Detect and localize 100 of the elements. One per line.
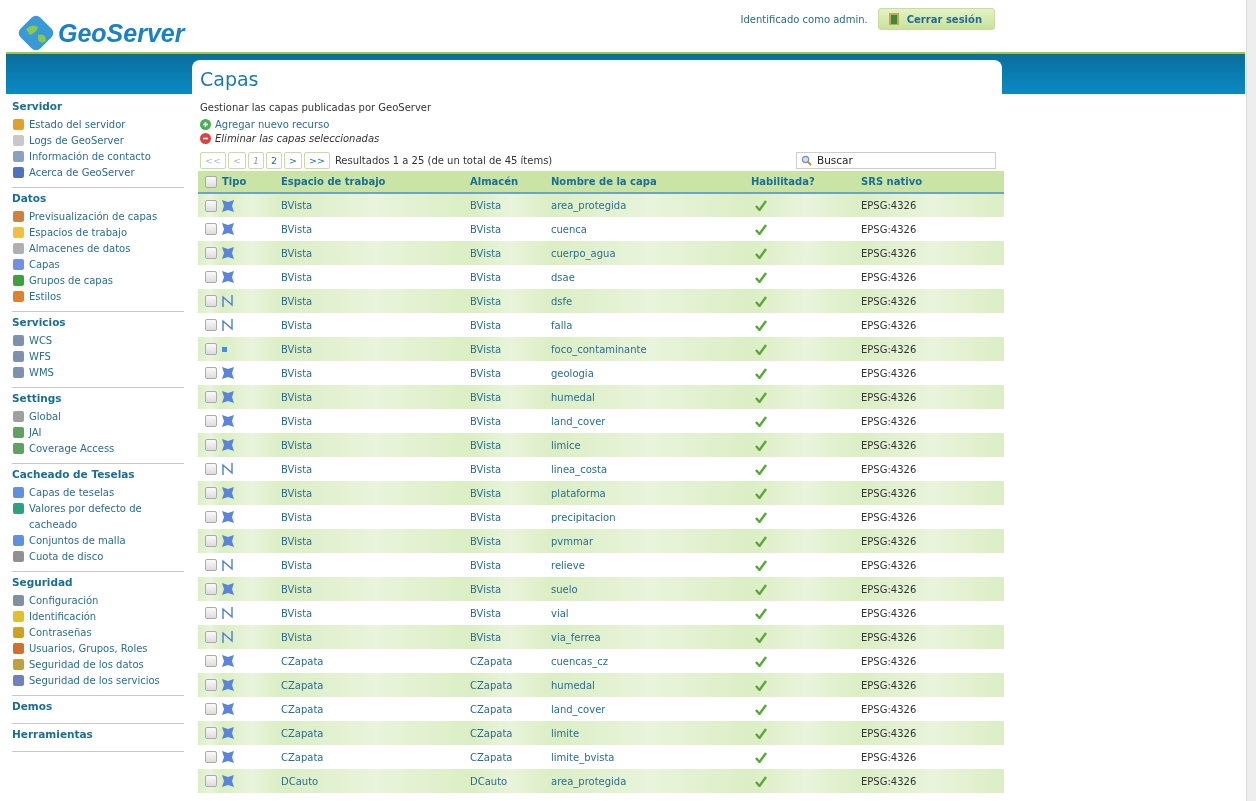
row-checkbox[interactable]: [205, 367, 217, 379]
row-checkbox[interactable]: [205, 751, 217, 763]
workspace-link[interactable]: BVista: [281, 487, 313, 499]
layer-link[interactable]: vial: [551, 607, 569, 619]
section-title[interactable]: Settings: [12, 392, 184, 404]
sidebar-link[interactable]: Global: [29, 409, 61, 425]
store-link[interactable]: BVista: [470, 511, 502, 523]
layer-link[interactable]: limite_bvista: [551, 751, 615, 763]
sidebar-link[interactable]: Estilos: [29, 289, 62, 305]
layer-link[interactable]: area_protegida: [551, 200, 627, 211]
pager-button[interactable]: 2: [265, 151, 282, 169]
sidebar-link[interactable]: Identificación: [29, 609, 97, 625]
layer-link[interactable]: limice: [551, 439, 581, 451]
layer-link[interactable]: humedal: [551, 679, 595, 691]
store-link[interactable]: BVista: [470, 200, 502, 211]
row-checkbox[interactable]: [205, 463, 217, 475]
store-link[interactable]: BVista: [470, 295, 502, 307]
store-link[interactable]: BVista: [470, 631, 502, 643]
layer-link[interactable]: plataforma: [551, 487, 606, 499]
layer-link[interactable]: pvmmar: [551, 535, 593, 547]
workspace-link[interactable]: BVista: [281, 343, 313, 355]
row-checkbox[interactable]: [205, 679, 217, 691]
sidebar-link[interactable]: Seguridad de los servicios: [29, 673, 160, 689]
workspace-link[interactable]: DCauto: [281, 775, 319, 787]
store-link[interactable]: BVista: [470, 583, 502, 595]
add-resource-link[interactable]: Agregar nuevo recurso: [215, 118, 330, 130]
sidebar-link[interactable]: Información de contacto: [29, 149, 151, 165]
workspace-link[interactable]: BVista: [281, 295, 313, 307]
layer-link[interactable]: land_cover: [551, 415, 606, 427]
layer-link[interactable]: cuencas_cz: [551, 655, 608, 667]
workspace-link[interactable]: BVista: [281, 559, 313, 571]
workspace-link[interactable]: CZapata: [281, 727, 324, 739]
store-link[interactable]: BVista: [470, 559, 502, 571]
layer-link[interactable]: via_ferrea: [551, 631, 601, 643]
workspace-link[interactable]: BVista: [281, 463, 313, 475]
workspace-link[interactable]: CZapata: [281, 703, 324, 715]
sidebar-link[interactable]: Acerca de GeoServer: [29, 165, 135, 181]
sidebar-link[interactable]: Previsualización de capas: [29, 209, 158, 225]
row-checkbox[interactable]: [205, 631, 217, 643]
store-link[interactable]: BVista: [470, 247, 502, 259]
sidebar-link[interactable]: Grupos de capas: [29, 273, 114, 289]
workspace-link[interactable]: BVista: [281, 271, 313, 283]
sidebar-link[interactable]: Estado del servidor: [29, 117, 126, 133]
store-link[interactable]: BVista: [470, 223, 502, 235]
layer-link[interactable]: falla: [551, 319, 573, 331]
section-title[interactable]: Servicios: [12, 316, 184, 328]
row-checkbox[interactable]: [205, 199, 217, 212]
sidebar-link[interactable]: Valores por defecto de cacheado: [29, 501, 184, 533]
workspace-link[interactable]: CZapata: [281, 679, 324, 691]
sidebar-link[interactable]: Almacenes de datos: [29, 241, 131, 257]
store-link[interactable]: BVista: [470, 463, 502, 475]
workspace-link[interactable]: BVista: [281, 367, 313, 379]
layer-link[interactable]: cuerpo_agua: [551, 247, 616, 259]
sidebar-link[interactable]: Capas: [29, 257, 60, 273]
row-checkbox[interactable]: [205, 343, 217, 355]
row-checkbox[interactable]: [205, 487, 217, 499]
workspace-link[interactable]: BVista: [281, 583, 313, 595]
workspace-link[interactable]: BVista: [281, 247, 313, 259]
layer-link[interactable]: dsfe: [551, 295, 573, 307]
workspace-link[interactable]: BVista: [281, 439, 313, 451]
row-checkbox[interactable]: [205, 295, 217, 307]
section-title[interactable]: Servidor: [12, 100, 184, 112]
store-link[interactable]: BVista: [470, 415, 502, 427]
search-field[interactable]: Buscar: [796, 151, 996, 169]
sidebar-link[interactable]: Configuración: [29, 593, 99, 609]
pager-button[interactable]: >>: [303, 151, 330, 169]
layer-link[interactable]: land_cover: [551, 703, 606, 715]
sidebar-link[interactable]: Capas de teselas: [29, 485, 115, 501]
layer-link[interactable]: humedal: [551, 391, 595, 403]
row-checkbox[interactable]: [205, 655, 217, 667]
sidebar-link[interactable]: WMS: [29, 365, 54, 381]
workspace-link[interactable]: BVista: [281, 200, 313, 211]
store-link[interactable]: BVista: [470, 535, 502, 547]
sidebar-link[interactable]: Cuota de disco: [29, 549, 104, 565]
store-link[interactable]: CZapata: [470, 655, 513, 667]
workspace-link[interactable]: BVista: [281, 319, 313, 331]
logout-button[interactable]: Cerrar sesión: [877, 8, 995, 30]
sidebar-link[interactable]: Conjuntos de malla: [29, 533, 126, 549]
section-title[interactable]: Cacheado de Teselas: [12, 468, 184, 480]
store-link[interactable]: BVista: [470, 391, 502, 403]
sidebar-link[interactable]: WFS: [29, 349, 51, 365]
select-all-checkbox[interactable]: [205, 175, 217, 188]
store-link[interactable]: BVista: [470, 319, 502, 331]
remove-layers-link[interactable]: Eliminar las capas seleccionadas: [215, 132, 380, 144]
workspace-link[interactable]: BVista: [281, 223, 313, 235]
section-title[interactable]: Herramientas: [12, 728, 184, 740]
workspace-link[interactable]: CZapata: [281, 751, 324, 763]
layer-link[interactable]: suelo: [551, 583, 578, 595]
workspace-link[interactable]: BVista: [281, 607, 313, 619]
row-checkbox[interactable]: [205, 271, 217, 283]
row-checkbox[interactable]: [205, 223, 217, 235]
row-checkbox[interactable]: [205, 415, 217, 427]
sidebar-link[interactable]: Espacios de trabajo: [29, 225, 127, 241]
workspace-link[interactable]: BVista: [281, 391, 313, 403]
row-checkbox[interactable]: [205, 319, 217, 331]
store-link[interactable]: BVista: [470, 343, 502, 355]
row-checkbox[interactable]: [205, 247, 217, 259]
layer-link[interactable]: dsae: [551, 271, 575, 283]
row-checkbox[interactable]: [205, 559, 217, 571]
section-title[interactable]: Demos: [12, 700, 184, 712]
